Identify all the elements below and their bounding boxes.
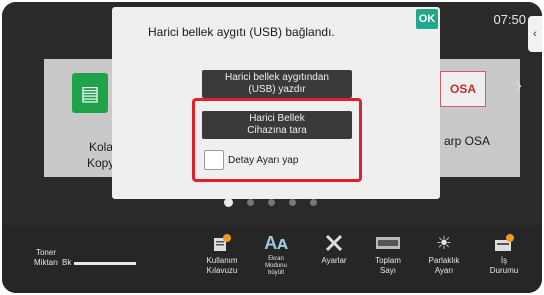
enlarge-label-line3: büyült xyxy=(267,270,284,276)
copy-icon: ▤ xyxy=(72,73,108,113)
home-screen: 07:50 ‹ ▤ Kolay Kopya OSA arp OSA › Hari… xyxy=(2,2,542,226)
total-count-label-line1: Toplam xyxy=(375,256,401,265)
job-status-button[interactable]: İş Durumu xyxy=(474,230,534,276)
page-dot[interactable] xyxy=(268,199,275,206)
brightness-icon: ☀ xyxy=(435,232,453,253)
manual-button[interactable]: Kullanım Kılavuzu xyxy=(192,230,252,276)
enlarge-display-button[interactable]: Aᴀ Ekran Modunu büyült xyxy=(246,230,306,277)
page-dot[interactable] xyxy=(310,199,317,206)
total-count-label-line2: Sayı xyxy=(379,266,396,275)
brightness-label-line2: Ayarı xyxy=(434,266,454,275)
manual-icon xyxy=(192,230,252,256)
device-frame: 07:50 ‹ ▤ Kolay Kopya OSA arp OSA › Hari… xyxy=(2,2,542,293)
manual-label-line2: Kılavuzu xyxy=(206,266,238,275)
page-dot-active[interactable] xyxy=(224,198,233,207)
job-status-label-line1: İş xyxy=(500,256,508,265)
manual-label-line1: Kullanım xyxy=(206,256,238,265)
settings-icon xyxy=(304,230,364,256)
bottom-toolbar: Toner Miktarı Bk Kullanım Kılavuzu Aᴀ Ek… xyxy=(2,226,542,293)
enlarge-text-icon: Aᴀ xyxy=(264,232,288,253)
print-button-line1: Harici bellek aygıtından xyxy=(225,72,329,83)
toner-label-line2: Miktarı xyxy=(34,258,58,267)
print-button-line2: (USB) yazdır xyxy=(248,84,306,95)
tile-label: arp OSA xyxy=(443,134,491,148)
counter-icon xyxy=(358,230,418,256)
next-page-arrow-icon[interactable]: › xyxy=(515,72,522,98)
highlight-box xyxy=(192,98,362,182)
enlarge-label-line1: Ekran xyxy=(268,256,284,262)
page-dot[interactable] xyxy=(289,199,296,206)
enlarge-label-line2: Modunu xyxy=(265,263,287,269)
job-status-icon xyxy=(474,230,534,256)
job-status-label-line2: Durumu xyxy=(489,266,519,275)
page-indicator xyxy=(224,198,317,207)
clock: 07:50 xyxy=(493,12,526,27)
brightness-label-line1: Parlaklık xyxy=(428,256,460,265)
side-tab-handle[interactable]: ‹ xyxy=(528,16,542,52)
print-from-usb-button[interactable]: Harici bellek aygıtından (USB) yazdır xyxy=(202,70,352,98)
toner-color-label: Bk xyxy=(62,258,72,267)
ok-button[interactable]: OK xyxy=(416,9,438,29)
settings-button[interactable]: Ayarlar xyxy=(304,230,364,266)
toner-level-bar xyxy=(74,262,136,265)
toner-level: Toner Miktarı xyxy=(26,248,66,268)
brightness-button[interactable]: ☀ Parlaklık Ayarı xyxy=(414,230,474,276)
toner-label-line1: Toner xyxy=(35,248,56,257)
total-count-button[interactable]: Toplam Sayı xyxy=(358,230,418,276)
settings-label: Ayarlar xyxy=(321,256,347,265)
dialog-message: Harici bellek aygıtı (USB) bağlandı. xyxy=(148,25,335,39)
page-dot[interactable] xyxy=(247,199,254,206)
osa-logo-icon: OSA xyxy=(440,71,486,107)
